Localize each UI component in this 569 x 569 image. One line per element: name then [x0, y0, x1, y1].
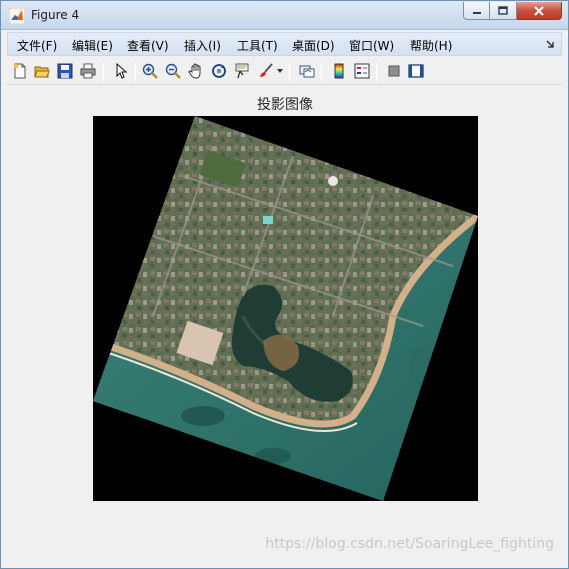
- window-title: Figure 4: [31, 8, 80, 22]
- menu-insert[interactable]: 插入(I): [184, 37, 221, 54]
- zoom-in-icon: [142, 63, 158, 79]
- zoom-out-button[interactable]: [163, 61, 183, 81]
- zoom-in-button[interactable]: [140, 61, 160, 81]
- edit-plot-button[interactable]: [111, 61, 131, 81]
- menu-desktop[interactable]: 桌面(D): [292, 37, 335, 54]
- satellite-scene: [93, 116, 478, 501]
- link-plot-button[interactable]: [297, 61, 317, 81]
- menu-window[interactable]: 窗口(W): [349, 37, 394, 54]
- figure-canvas[interactable]: 投影图像 https://blog.csdn.net/SoaringLee_fi…: [8, 86, 562, 562]
- link-plot-icon: [299, 65, 315, 78]
- show-plot-tools-icon: [408, 64, 424, 78]
- window-controls: [463, 2, 562, 20]
- toolbar-separator: [321, 62, 322, 81]
- toolbar-separator: [103, 62, 104, 81]
- menu-view[interactable]: 查看(V): [127, 37, 169, 54]
- menu-tools[interactable]: 工具(T): [237, 37, 278, 54]
- zoom-out-icon: [165, 63, 181, 79]
- projected-image[interactable]: [93, 116, 478, 501]
- matlab-logo-icon: [9, 8, 25, 24]
- save-icon: [57, 63, 73, 79]
- rotate-3d-button[interactable]: [209, 61, 229, 81]
- title-bar[interactable]: Figure 4: [1, 1, 568, 30]
- rotate-3d-icon: [212, 64, 226, 78]
- show-plot-tools-button[interactable]: [406, 61, 426, 81]
- aerial-image: [93, 116, 478, 501]
- maximize-button[interactable]: [490, 2, 517, 20]
- menu-help[interactable]: 帮助(H): [410, 37, 452, 54]
- data-cursor-icon: [235, 63, 249, 79]
- new-figure-icon: [14, 63, 26, 79]
- menu-file[interactable]: 文件(F): [17, 37, 57, 54]
- hide-plot-tools-button[interactable]: [384, 61, 404, 81]
- print-button[interactable]: [78, 61, 98, 81]
- hide-plot-tools-icon: [388, 65, 400, 77]
- toolbar-separator: [289, 62, 290, 81]
- brush-button[interactable]: [256, 61, 276, 81]
- figure-window: Figure 4 文件(F) 编辑(E) 查看(V) 插入(I) 工具(T) 桌…: [0, 0, 569, 569]
- maximize-icon: [498, 6, 508, 15]
- menu-edit[interactable]: 编辑(E): [72, 37, 113, 54]
- brush-dropdown-button[interactable]: [275, 61, 285, 81]
- pan-hand-icon: [188, 63, 201, 79]
- open-file-icon: [34, 66, 50, 78]
- toolbar-separator: [135, 62, 136, 81]
- legend-button[interactable]: [352, 61, 372, 81]
- figure-toolbar: [7, 57, 562, 85]
- brush-icon: [260, 63, 273, 77]
- menu-bar: 文件(F) 编辑(E) 查看(V) 插入(I) 工具(T) 桌面(D) 窗口(W…: [7, 32, 562, 56]
- close-icon: [534, 5, 544, 16]
- legend-icon: [354, 63, 370, 79]
- watermark-text: https://blog.csdn.net/SoaringLee_fightin…: [265, 536, 554, 552]
- colorbar-button[interactable]: [329, 61, 349, 81]
- edit-plot-arrow-icon: [116, 63, 128, 79]
- new-figure-button[interactable]: [10, 61, 30, 81]
- dock-arrow-icon[interactable]: [545, 39, 555, 49]
- pan-button[interactable]: [186, 61, 206, 81]
- data-cursor-button[interactable]: [232, 61, 252, 81]
- minimize-button[interactable]: [463, 2, 490, 20]
- close-button[interactable]: [517, 2, 562, 20]
- open-file-button[interactable]: [32, 61, 52, 81]
- toolbar-separator: [376, 62, 377, 81]
- chevron-down-icon: [277, 69, 283, 73]
- minimize-icon: [472, 11, 481, 14]
- save-button[interactable]: [55, 61, 75, 81]
- colorbar-icon: [334, 63, 344, 79]
- axes-title: 投影图像: [257, 97, 313, 113]
- print-icon: [80, 63, 96, 79]
